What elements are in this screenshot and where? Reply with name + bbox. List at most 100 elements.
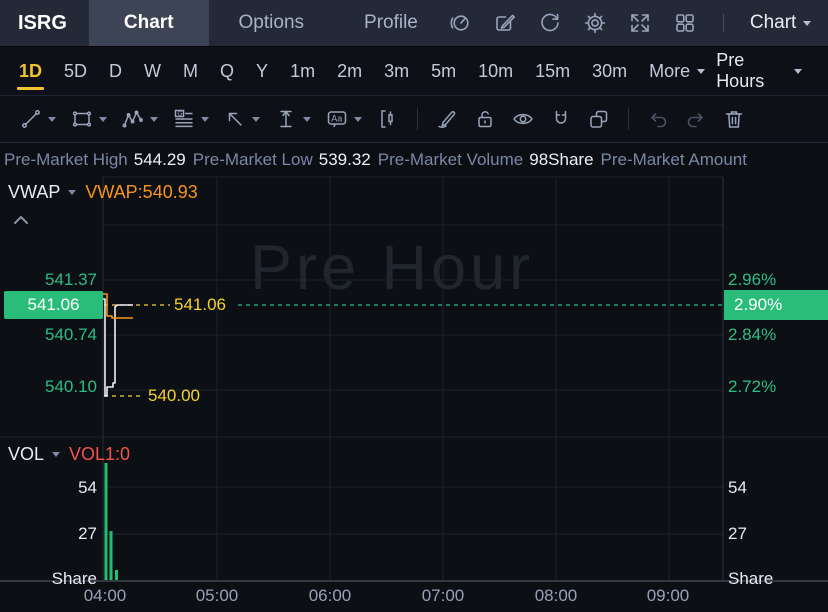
chevron-down-icon [794, 68, 802, 74]
timeframe-1m[interactable]: 1m [279, 47, 326, 95]
price-left-axis-label: 540.10 [45, 377, 97, 396]
drawing-toolbar: G Aa [0, 96, 828, 143]
vol-left-axis-label: 54 [78, 478, 97, 497]
timeframe-3m[interactable]: 3m [373, 47, 420, 95]
collapse-pane-button[interactable] [12, 214, 30, 226]
vol-label: VOL [8, 444, 45, 464]
timeframe-10m[interactable]: 10m [467, 47, 524, 95]
text-icon: Aa [327, 111, 347, 128]
chart-canvas [0, 176, 828, 582]
vwap-indicator-toggle[interactable]: VWAP [8, 182, 77, 203]
undo-icon [651, 113, 667, 128]
chevron-down-icon [99, 116, 107, 122]
x-axis-tick: 08:00 [534, 586, 578, 605]
gauge-icon[interactable] [448, 11, 472, 35]
vol-indicator-toggle[interactable]: VOL [8, 444, 61, 465]
volume-pane-header: VOL VOL1:0 [8, 444, 130, 465]
trading-app: { "header": { "symbol": "ISRG", "tabs": … [0, 0, 828, 612]
price-left-current-badge: 541.06 [4, 291, 103, 319]
brush-tool[interactable] [428, 107, 466, 131]
price-pane-header: VWAP VWAP:540.93 [8, 182, 198, 203]
unlock-tool[interactable] [466, 107, 504, 131]
redo-button[interactable] [677, 107, 715, 131]
vwap-value: VWAP:540.93 [85, 182, 198, 202]
gann-lines-tool[interactable]: G [165, 107, 216, 131]
arrow-tool[interactable] [216, 107, 267, 131]
chevron-down-icon [697, 68, 706, 74]
unlock-icon [478, 111, 492, 128]
timeframe-y[interactable]: Y [245, 47, 279, 95]
x-axis-tick: 09:00 [646, 586, 690, 605]
percent-right-axis-label: 2.84% [728, 325, 777, 344]
percent-right-current-badge: 2.90% [724, 290, 828, 320]
timeframe-30m[interactable]: 30m [581, 47, 638, 95]
stat-label: Pre-Market Low [192, 149, 313, 169]
clone-tool[interactable] [580, 107, 618, 131]
chevron-down-icon [252, 116, 260, 122]
price-range-tool[interactable] [267, 107, 318, 131]
x-axis-tick: 04:00 [83, 586, 127, 605]
redo-icon [687, 113, 703, 128]
tab-chart[interactable]: Chart [88, 0, 209, 46]
symbol-ticker[interactable]: ISRG [0, 12, 79, 35]
chart-layout-menu[interactable]: Chart [750, 12, 827, 34]
chevron-down-icon [354, 116, 362, 122]
timeframe-q[interactable]: Q [209, 47, 245, 95]
timeframe-w[interactable]: W [133, 47, 172, 95]
chevron-down-icon [303, 116, 311, 122]
refresh-icon[interactable] [538, 11, 562, 35]
timeframe-list: 1D 5D D W M Q Y 1m 2m 3m 5m 10m 15m 30m [8, 47, 638, 95]
svg-text:G: G [178, 111, 183, 118]
tab-profile[interactable]: Profile [334, 0, 448, 46]
nav-icon-group: Chart [448, 11, 828, 35]
visibility-tool[interactable] [504, 107, 542, 131]
stat-label: Pre-Market High [4, 149, 128, 169]
vol-left-axis-label: 27 [78, 524, 97, 543]
magnet-tool[interactable] [542, 107, 580, 131]
volume-bar [104, 463, 108, 580]
settings-icon[interactable] [583, 11, 607, 35]
trend-line-icon [22, 110, 40, 128]
rectangle-tool[interactable] [63, 107, 114, 131]
trend-line-tool[interactable] [12, 107, 63, 131]
stat-value: 98Share [529, 149, 594, 169]
chevron-down-icon [68, 190, 77, 195]
session-label: Pre Hours [716, 50, 765, 91]
current-price-line-label: 541.06 [174, 295, 226, 314]
volume-bar [109, 531, 113, 580]
layout-grid-icon[interactable] [673, 11, 697, 35]
timeframe-d[interactable]: D [98, 47, 133, 95]
wave-tool[interactable] [114, 107, 165, 131]
timeframe-m[interactable]: M [172, 47, 209, 95]
chevron-down-icon [48, 116, 56, 122]
vwap-line [103, 293, 133, 319]
delete-drawings-button[interactable] [715, 107, 753, 131]
vol-right-axis-label: 54 [728, 478, 747, 497]
vol-right-axis-label: Share [728, 569, 774, 588]
chevron-down-icon [150, 116, 158, 122]
timeframe-5d[interactable]: 5D [53, 47, 98, 95]
chevron-down-icon [201, 116, 209, 122]
more-label: More [649, 60, 691, 81]
timeframe-2m[interactable]: 2m [326, 47, 373, 95]
tab-options[interactable]: Options [209, 0, 334, 46]
vol-value: VOL1:0 [69, 444, 131, 464]
price-left-axis-label: 540.74 [45, 325, 97, 344]
chart-area[interactable]: Pre Hour VWAP VWAP:540.93 VOL VOL1:0 541… [0, 176, 828, 612]
chart-menu-label: Chart [749, 12, 797, 33]
brush-icon [438, 111, 456, 129]
timeframe-more[interactable]: More [638, 47, 716, 95]
undo-button[interactable] [639, 107, 677, 131]
timeframe-1d[interactable]: 1D [8, 47, 53, 95]
draw-icon[interactable] [493, 11, 517, 35]
timeframe-15m[interactable]: 15m [524, 47, 581, 95]
text-tool[interactable]: Aa [318, 107, 369, 131]
candle-pattern-icon [381, 110, 393, 128]
candle-pattern-tool[interactable] [369, 107, 407, 131]
rectangle-icon [72, 111, 92, 127]
session-selector[interactable]: Pre Hours [716, 50, 820, 92]
chevron-down-icon [803, 20, 812, 26]
divider [722, 14, 724, 32]
timeframe-5m[interactable]: 5m [420, 47, 467, 95]
fullscreen-icon[interactable] [628, 11, 652, 35]
